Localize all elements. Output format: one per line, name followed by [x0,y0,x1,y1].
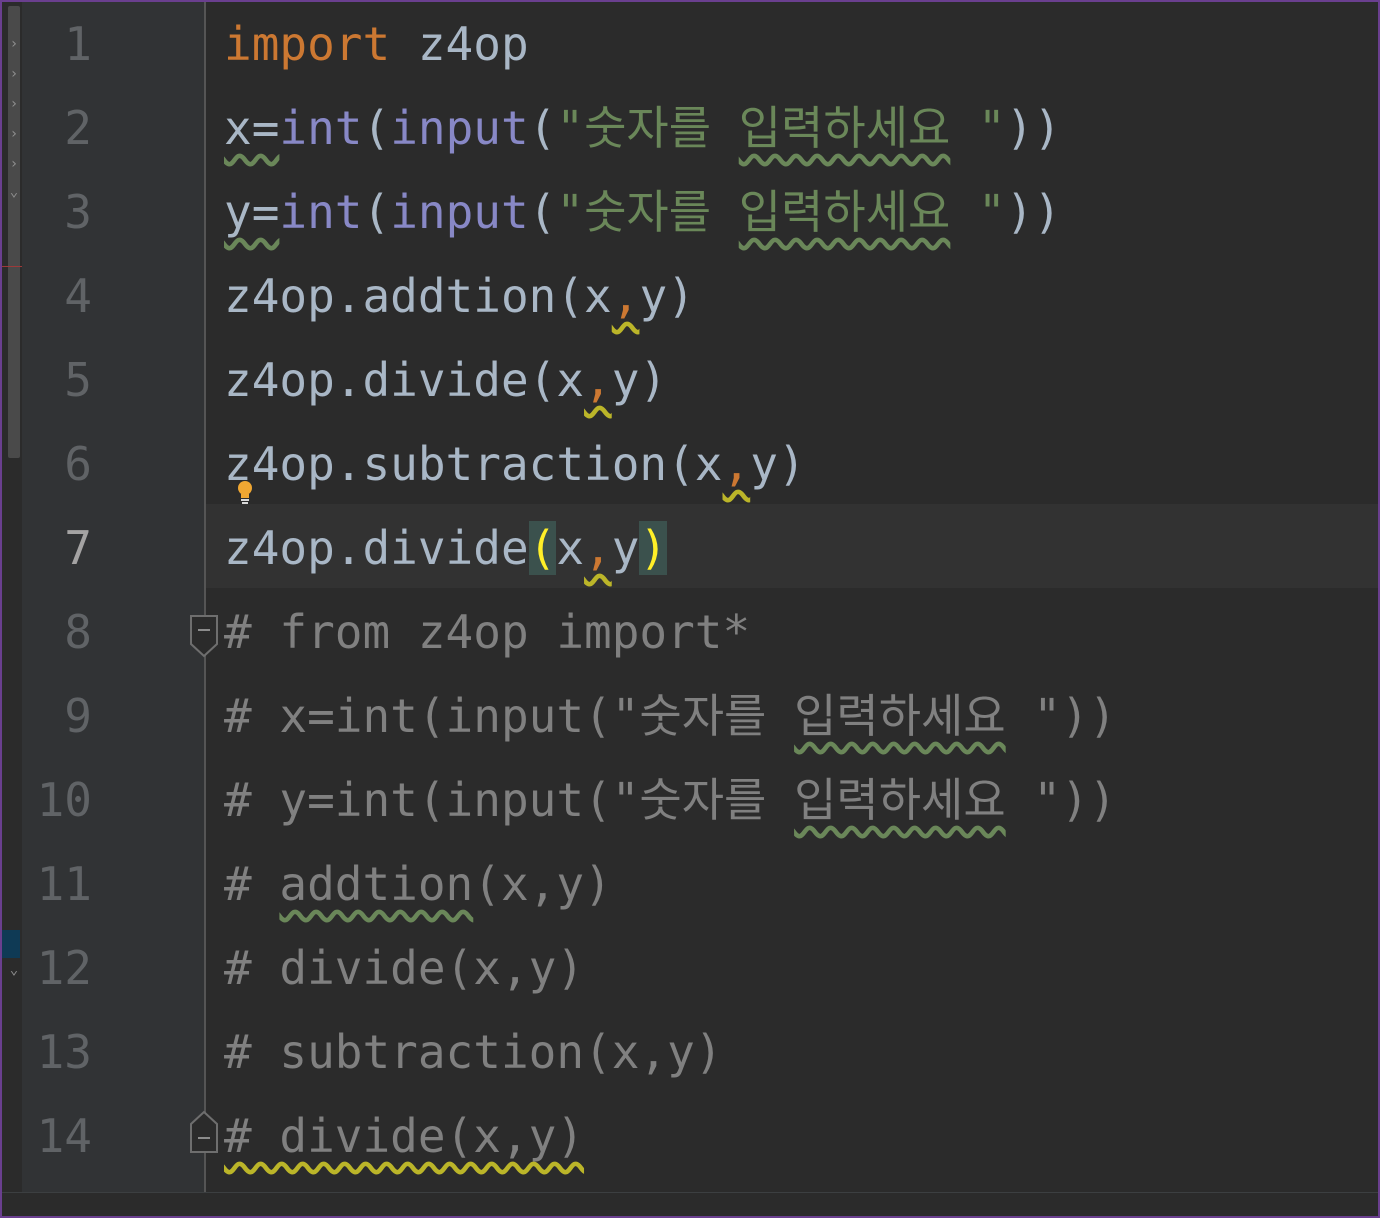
closing-parens: )) [1005,101,1062,155]
paren: ( [362,185,391,239]
gutter-divider [204,2,206,1192]
line-number: 14 [36,1109,92,1163]
line-number: 3 [64,185,92,239]
chevron-right-icon[interactable]: › [8,66,20,82]
code-line-7[interactable]: z4op.divide(x,y) [224,506,668,590]
builtin-input: input [390,185,529,239]
comma-warning: , [722,437,751,491]
chevron-down-icon[interactable]: ⌄ [8,184,20,200]
code-line-1[interactable]: import z4op [224,2,529,86]
line-number: 2 [64,101,92,155]
code-line-6[interactable]: z4op.subtraction(x,y) [224,422,806,506]
string-part [950,185,978,239]
fold-marker-icon[interactable] [189,614,219,658]
paren: ( [362,101,391,155]
strip-bookmark-marker[interactable] [2,930,20,958]
comment-text: # subtraction(x,y) [224,1025,723,1079]
string-quote: " [556,101,585,155]
paren: ( [528,185,557,239]
comment-text: (x,y) [473,857,612,911]
comment-text: # x=int(input("숫자를 [224,689,795,743]
code-line-3[interactable]: y=int(input("숫자를 입력하세요 ")) [224,170,1061,254]
closing-parens: )) [1005,185,1062,239]
line-number: 4 [64,269,92,323]
comment-text: # divide(x,y) [224,941,585,995]
call-suffix: y) [611,353,668,407]
string-quote: " [978,185,1006,239]
call-prefix: z4op.addtion(x [224,269,612,323]
matched-close-paren: ) [639,521,668,575]
call-suffix: y) [639,269,695,323]
structure-strip: › › › › › ⌄ ⌄ [2,2,22,1192]
line-number: 9 [64,689,92,743]
chevron-right-icon[interactable]: › [8,96,20,112]
code-line-8[interactable]: # from z4op import* [224,590,750,674]
comment-typo: addtion [279,857,474,911]
string-quote: " [978,101,1006,155]
comma-warning: , [584,521,612,575]
code-line-13[interactable]: # subtraction(x,y) [224,1010,723,1094]
code-line-14[interactable]: # divide(x,y) [224,1094,584,1178]
call-suffix: y) [750,437,806,491]
comment-text: ")) [1005,773,1117,827]
call-prefix: z4op.subtraction(x [224,437,723,491]
variable-x: x= [224,101,280,155]
string-part: 숫자를 [584,185,739,239]
chevron-right-icon[interactable]: › [8,156,20,172]
arg-x: x [556,521,585,575]
module-name: z4op [390,17,529,71]
code-line-2[interactable]: x=int(input("숫자를 입력하세요 ")) [224,86,1061,170]
string-part: 숫자를 [584,101,739,155]
builtin-int: int [279,185,363,239]
arg-y: y [611,521,640,575]
keyword-import: import [224,17,391,71]
string-typo-part: 입력하세요 [738,101,951,155]
line-number: 12 [36,941,92,995]
string-part [950,101,978,155]
comment-text: # y=int(input("숫자를 [224,773,795,827]
code-line-12[interactable]: # divide(x,y) [224,926,584,1010]
comma-warning: , [611,269,640,323]
comment-text: ")) [1005,689,1117,743]
line-number: 13 [36,1025,92,1079]
line-number-current: 7 [64,521,92,575]
line-number: 5 [64,353,92,407]
comma-warning: , [584,353,612,407]
builtin-int: int [279,101,363,155]
line-number: 11 [36,857,92,911]
comment-text: # [224,857,280,911]
call-prefix: z4op.divide [224,521,529,575]
chevron-right-icon[interactable]: › [8,36,20,52]
variable-y: y= [224,185,280,239]
editor-bottom-edge [2,1192,1378,1216]
editor-window: › › › › › ⌄ ⌄ 1 2 3 4 5 6 7 8 9 10 11 12… [0,0,1380,1218]
strip-error-marker [2,266,22,267]
paren: ( [528,101,557,155]
code-line-11[interactable]: # addtion(x,y) [224,842,612,926]
comment-text: # divide(x,y) [224,1109,585,1163]
code-line-5[interactable]: z4op.divide(x,y) [224,338,667,422]
matched-open-paren: ( [528,521,557,575]
comment-typo: 입력하세요 [794,773,1006,827]
string-typo-part: 입력하세요 [738,185,951,239]
string-quote: " [556,185,585,239]
call-prefix: z4op.divide(x [224,353,585,407]
line-number: 10 [36,773,92,827]
chevron-down-icon[interactable]: ⌄ [8,962,20,978]
builtin-input: input [390,101,529,155]
fold-marker-icon[interactable] [189,1110,219,1154]
comment-typo: 입력하세요 [794,689,1006,743]
code-line-9[interactable]: # x=int(input("숫자를 입력하세요 ")) [224,674,1116,758]
line-number: 8 [64,605,92,659]
comment-text: # from z4op import* [224,605,751,659]
line-number: 6 [64,437,92,491]
chevron-right-icon[interactable]: › [8,126,20,142]
line-number: 1 [64,17,92,71]
code-line-10[interactable]: # y=int(input("숫자를 입력하세요 ")) [224,758,1116,842]
code-line-4[interactable]: z4op.addtion(x,y) [224,254,695,338]
